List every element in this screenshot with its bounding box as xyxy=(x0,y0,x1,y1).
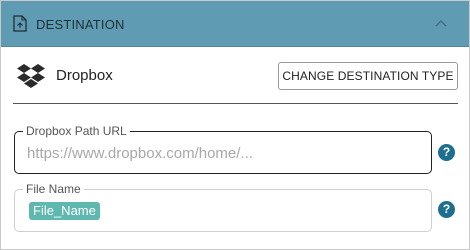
destination-service-name: Dropbox xyxy=(56,67,113,84)
path-help-icon[interactable]: ? xyxy=(438,144,455,161)
file-name-field[interactable]: File Name File_Name xyxy=(14,182,432,232)
dropbox-path-url-label: Dropbox Path URL xyxy=(23,124,130,138)
destination-panel: DESTINATION Dropbox CHANGE DESTINATION T… xyxy=(0,0,470,250)
file-name-label: File Name xyxy=(23,182,84,196)
document-icon xyxy=(13,15,27,32)
panel-title: DESTINATION xyxy=(36,17,125,32)
change-destination-type-button[interactable]: CHANGE DESTINATION TYPE xyxy=(278,62,458,90)
dropbox-path-url-field[interactable]: Dropbox Path URL https://www.dropbox.com… xyxy=(14,124,432,174)
dropbox-icon xyxy=(17,64,45,88)
chevron-up-icon[interactable] xyxy=(435,19,447,27)
divider xyxy=(13,103,458,104)
file-name-help-icon[interactable]: ? xyxy=(438,201,455,218)
file-name-token[interactable]: File_Name xyxy=(29,202,100,220)
panel-header[interactable]: DESTINATION xyxy=(1,1,469,47)
dropbox-path-url-input[interactable]: https://www.dropbox.com/home/... xyxy=(27,145,253,162)
